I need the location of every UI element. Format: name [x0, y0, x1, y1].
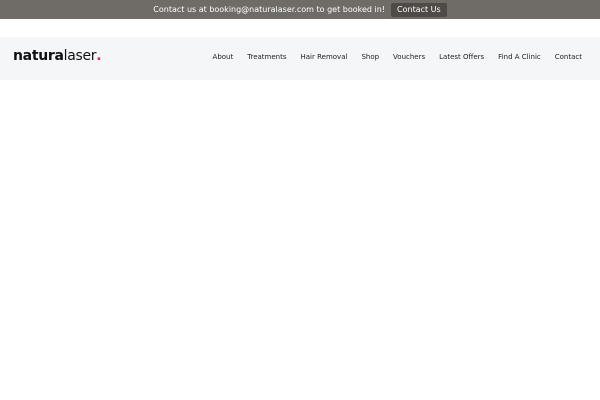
- nav-item-latest-offers[interactable]: Latest Offers: [439, 53, 484, 61]
- announcement-bar: Contact us at booking@naturalaser.com to…: [0, 0, 600, 19]
- announcement-text: Contact us at booking@naturalaser.com to…: [153, 5, 386, 14]
- page-content: [0, 80, 600, 400]
- nav-item-contact[interactable]: Contact: [555, 53, 582, 61]
- nav-item-hair-removal[interactable]: Hair Removal: [301, 53, 348, 61]
- contact-us-button[interactable]: Contact Us: [391, 2, 447, 17]
- logo-thin-text: laser: [63, 48, 97, 64]
- main-nav: About Treatments Hair Removal Shop Vouch…: [199, 53, 582, 61]
- nav-item-treatments[interactable]: Treatments: [247, 53, 286, 61]
- nav-item-vouchers[interactable]: Vouchers: [393, 53, 425, 61]
- nav-item-about[interactable]: About: [213, 53, 234, 61]
- nav-item-find-a-clinic[interactable]: Find A Clinic: [498, 53, 541, 61]
- site-logo[interactable]: naturalaser.: [13, 48, 102, 64]
- logo-bold-text: natura: [13, 48, 64, 64]
- logo-dot: .: [96, 48, 102, 64]
- site-header: naturalaser. About Treatments Hair Remov…: [0, 37, 600, 80]
- nav-item-shop[interactable]: Shop: [361, 53, 379, 61]
